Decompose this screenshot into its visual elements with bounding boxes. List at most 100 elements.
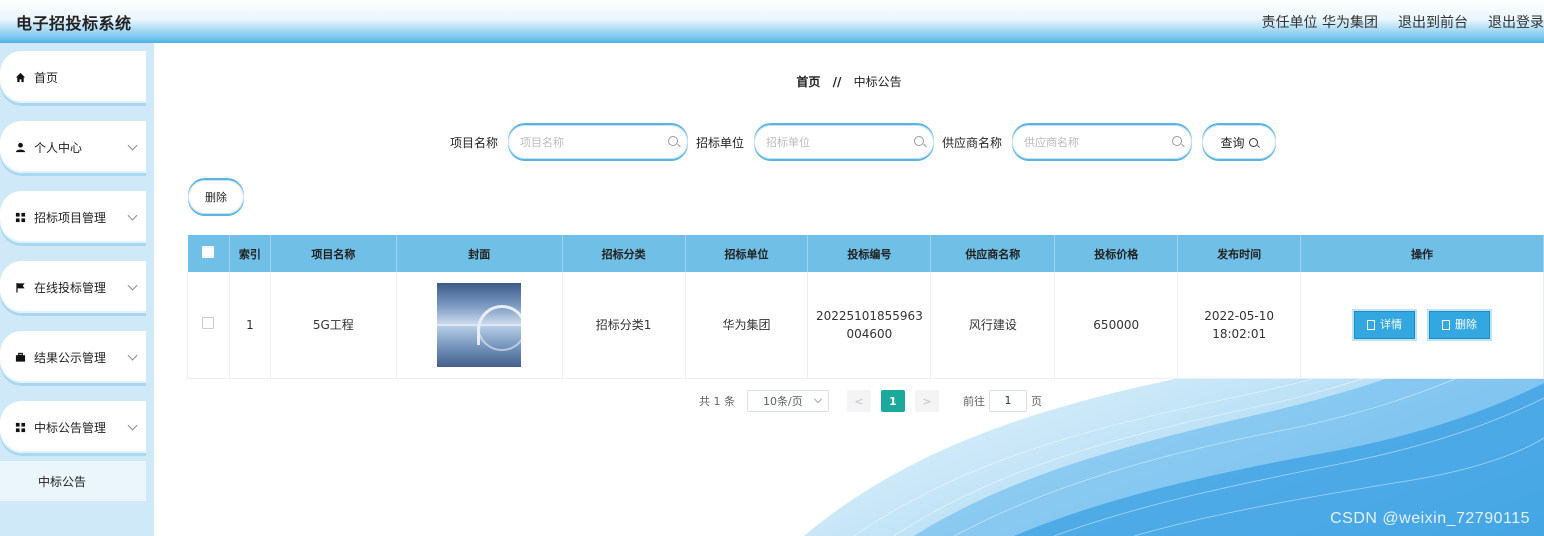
sidebar-item-label: 在线投标管理 (34, 280, 107, 295)
grid-icon (14, 211, 26, 223)
cell-index: 1 (229, 272, 271, 379)
project-name-field (508, 125, 689, 159)
select-all-cell (187, 235, 230, 272)
supplier-name-field (1012, 125, 1193, 159)
app-title: 电子招投标系统 (16, 13, 132, 33)
page-size-select[interactable]: 10条/页 (747, 390, 829, 412)
main-content: 首页 // 中标公告 项目名称 招标单位 供应商名称 查询 删除 索引 (154, 43, 1544, 536)
chevron-down-icon (127, 140, 138, 151)
row-checkbox[interactable] (202, 316, 215, 329)
flag-icon (14, 281, 26, 293)
award-notice-table: 索引 项目名称 封面 招标分类 招标单位 投标编号 供应商名称 投标价格 发布时… (187, 235, 1544, 379)
cell-project-name: 5G工程 (270, 272, 397, 379)
select-all-checkbox[interactable] (202, 246, 215, 258)
grid-icon (14, 421, 26, 433)
cell-cover (396, 272, 563, 379)
cover-image[interactable] (437, 282, 522, 367)
batch-delete-button[interactable]: 删除 (188, 180, 244, 214)
query-button[interactable]: 查询 (1202, 125, 1277, 159)
total-count: 共 1 条 (699, 395, 735, 408)
next-page-button[interactable]: > (915, 390, 939, 412)
responsible-unit: 责任单位 华为集团 (1261, 14, 1378, 31)
logout-link[interactable]: 退出登录 (1488, 12, 1544, 32)
bid-number-text: 20225101855963004600 (815, 308, 923, 341)
sidebar-item-result-publicity[interactable]: 结果公示管理 (0, 331, 146, 383)
cell-tender-unit: 华为集团 (685, 272, 809, 379)
sidebar-item-label: 中标公告管理 (34, 420, 107, 435)
sidebar-item-home[interactable]: 首页 (0, 51, 146, 103)
column-header[interactable]: 供应商名称 (930, 235, 1056, 272)
column-header[interactable]: 索引 (229, 235, 271, 272)
delete-button[interactable]: 删除 (1428, 310, 1490, 339)
sidebar-item-award-notice[interactable]: 中标公告管理 (0, 401, 146, 453)
query-button-label: 查询 (1220, 135, 1245, 150)
briefcase-icon (14, 351, 26, 363)
project-name-input[interactable] (508, 125, 659, 159)
exit-front-link[interactable]: 退出到前台 (1398, 12, 1468, 32)
column-header[interactable]: 项目名称 (270, 235, 397, 272)
cell-publish-time: 2022-05-10 18:02:01 (1177, 272, 1302, 379)
breadcrumb-separator: // (832, 75, 842, 89)
chevron-down-icon (127, 420, 138, 431)
cell-actions: 详情 删除 (1300, 272, 1544, 379)
supplier-name-input[interactable] (1012, 125, 1163, 159)
sidebar-subitem-award-notice[interactable]: 中标公告 (0, 461, 146, 501)
breadcrumb: 首页 // 中标公告 (154, 73, 1544, 90)
cell-category: 招标分类1 (562, 272, 686, 379)
header-actions: 责任单位 华为集团 退出到前台 退出登录 (1262, 12, 1544, 32)
search-icon (1172, 136, 1183, 146)
trash-icon (1441, 319, 1450, 330)
search-icon (914, 136, 925, 146)
publish-time-text: 2022-05-10 18:02:01 (1204, 308, 1275, 341)
search-icon (1248, 137, 1258, 147)
document-icon (1367, 319, 1376, 330)
column-header[interactable]: 招标单位 (685, 235, 809, 272)
sidebar-item-label: 结果公示管理 (34, 350, 107, 365)
sidebar-item-tender-project[interactable]: 招标项目管理 (0, 191, 146, 243)
search-icon (668, 136, 679, 146)
supplier-name-label: 供应商名称 (942, 135, 1003, 150)
pagination: 共 1 条 10条/页 < 1 > 前往 1 页 (699, 390, 1042, 412)
sidebar-item-label: 首页 (34, 70, 59, 85)
prev-page-button[interactable]: < (847, 390, 871, 412)
row-select-cell (187, 272, 230, 379)
tender-unit-field (754, 125, 935, 159)
tender-unit-label: 招标单位 (696, 135, 745, 150)
chevron-down-icon (127, 280, 138, 291)
project-name-label: 项目名称 (450, 135, 499, 150)
column-header[interactable]: 招标分类 (562, 235, 686, 272)
chevron-down-icon (127, 210, 138, 221)
chevron-down-icon (813, 394, 823, 404)
breadcrumb-home[interactable]: 首页 (796, 75, 820, 89)
tender-unit-input[interactable] (754, 125, 905, 159)
sidebar-item-label: 招标项目管理 (34, 210, 107, 225)
column-header[interactable]: 投标编号 (807, 235, 932, 272)
table-header-row: 索引 项目名称 封面 招标分类 招标单位 投标编号 供应商名称 投标价格 发布时… (187, 235, 1544, 272)
column-header[interactable]: 封面 (396, 235, 563, 272)
column-header: 操作 (1300, 235, 1544, 272)
cell-price: 650000 (1054, 272, 1179, 379)
detail-button[interactable]: 详情 (1354, 310, 1416, 339)
cell-supplier: 风行建设 (930, 272, 1056, 379)
goto-label: 前往 (963, 395, 985, 408)
delete-button-label: 删除 (1454, 317, 1477, 331)
sidebar-item-label: 个人中心 (34, 140, 83, 155)
search-bar: 项目名称 招标单位 供应商名称 查询 (450, 125, 1277, 159)
watermark: CSDN @weixin_72790115 (1330, 510, 1530, 527)
column-header[interactable]: 投标价格 (1054, 235, 1179, 272)
chevron-down-icon (127, 350, 138, 361)
table-row: 1 5G工程 招标分类1 华为集团 20225101855963004600 风… (187, 272, 1544, 379)
page-size-value: 10条/页 (763, 395, 803, 408)
column-header[interactable]: 发布时间 (1177, 235, 1302, 272)
user-icon (14, 141, 26, 153)
sidebar-item-personal[interactable]: 个人中心 (0, 121, 146, 173)
cell-bid-number: 20225101855963004600 (807, 272, 932, 379)
detail-button-label: 详情 (1380, 317, 1403, 331)
top-header: 电子招投标系统 责任单位 华为集团 退出到前台 退出登录 (0, 0, 1544, 43)
sidebar: 首页 个人中心 招标项目管理 在线投标管理 结果公示管理 中标公告管理 中标公告 (0, 43, 154, 536)
sidebar-item-online-bid[interactable]: 在线投标管理 (0, 261, 146, 313)
breadcrumb-current: 中标公告 (853, 75, 902, 89)
goto-page-input[interactable]: 1 (989, 390, 1027, 412)
page-unit-label: 页 (1031, 395, 1042, 408)
page-number-current[interactable]: 1 (881, 390, 905, 412)
